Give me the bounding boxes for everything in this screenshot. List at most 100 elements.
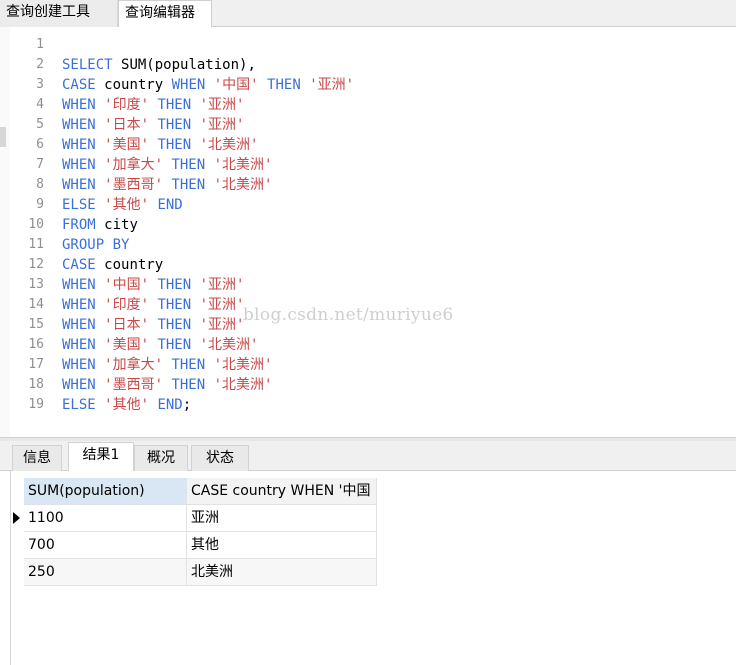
sql-keyword: THEN — [171, 377, 214, 393]
sql-keyword: THEN — [157, 97, 200, 113]
tab-overview[interactable]: 概况 — [134, 445, 188, 471]
sql-identifier: country — [104, 257, 164, 273]
table-cell[interactable]: 亚洲 — [187, 505, 377, 532]
code-line: WHEN '加拿大' THEN '北美洲' — [62, 155, 354, 175]
sql-keyword: WHEN — [62, 97, 105, 113]
sql-string: '加拿大' — [104, 157, 172, 173]
sql-string: '亚洲' — [309, 77, 355, 93]
table-row[interactable]: 1100 亚洲 — [24, 505, 377, 532]
line-number: 19 — [28, 397, 44, 412]
tab-status[interactable]: 状态 — [191, 445, 249, 471]
table-cell[interactable]: 250 — [24, 559, 187, 586]
sql-string: '印度' — [104, 297, 158, 313]
editor-marker — [0, 127, 6, 147]
sql-keyword: ELSE — [62, 197, 105, 213]
tab-result1[interactable]: 结果1 — [68, 442, 134, 472]
sql-identifier: ; — [182, 397, 192, 413]
sql-keyword: WHEN — [62, 377, 105, 393]
sql-keyword: WHEN — [62, 157, 105, 173]
line-number: 2 — [36, 57, 44, 72]
grid-left-border — [10, 471, 11, 665]
sql-string: '美国' — [104, 337, 158, 353]
line-number: 4 — [36, 97, 44, 112]
watermark: blog.csdn.net/muriyue6 — [243, 305, 454, 325]
sql-keyword: THEN — [157, 297, 200, 313]
tab-query-editor[interactable]: 查询编辑器 — [118, 0, 212, 28]
line-number: 15 — [28, 317, 44, 332]
sql-keyword: WHEN — [62, 277, 105, 293]
sql-string: '亚洲' — [199, 297, 245, 313]
line-number: 8 — [36, 177, 44, 192]
sql-string: '日本' — [104, 117, 158, 133]
table-cell[interactable]: 北美洲 — [187, 559, 377, 586]
sql-string: '北美洲' — [199, 337, 259, 353]
code-line: FROM city — [62, 215, 354, 235]
sql-string: '美国' — [104, 137, 158, 153]
code-line: WHEN '加拿大' THEN '北美洲' — [62, 355, 354, 375]
line-number: 3 — [36, 77, 44, 92]
line-number: 17 — [28, 357, 44, 372]
sql-keyword: FROM — [62, 217, 105, 233]
sql-identifier: city — [104, 217, 138, 233]
sql-keyword: THEN — [171, 357, 214, 373]
sql-string: '其他' — [104, 197, 158, 213]
sql-keyword: WHEN — [62, 337, 105, 353]
sql-string: '亚洲' — [199, 117, 245, 133]
sql-keyword: THEN — [157, 137, 200, 153]
sql-keyword: WHEN — [62, 297, 105, 313]
tab-info[interactable]: 信息 — [12, 445, 62, 471]
line-number-gutter: 1 2 3 4 5 6 7 8 9 10 11 12 13 14 15 16 17 18 19 — [10, 35, 44, 415]
code-area[interactable]: SELECT SUM(population), CASE country WHEN… — [62, 35, 354, 415]
line-number: 1 — [36, 37, 44, 52]
line-number: 13 — [28, 277, 44, 292]
column-header[interactable]: SUM(population) — [24, 478, 187, 505]
line-number: 18 — [28, 377, 44, 392]
sql-keyword: THEN — [157, 277, 200, 293]
sql-string: '加拿大' — [104, 357, 172, 373]
sql-string: '亚洲' — [199, 277, 245, 293]
table-cell[interactable]: 1100 — [24, 505, 187, 532]
sql-string: '北美洲' — [213, 157, 273, 173]
code-line: WHEN '印度' THEN '亚洲' — [62, 95, 354, 115]
sql-keyword: WHEN — [62, 317, 105, 333]
sql-keyword: ELSE — [62, 397, 105, 413]
code-line: CASE country WHEN '中国' THEN '亚洲' — [62, 75, 354, 95]
line-number: 14 — [28, 297, 44, 312]
query-tab-bar: 查询创建工具 查询编辑器 — [0, 0, 736, 28]
sql-editor[interactable]: 1 2 3 4 5 6 7 8 9 10 11 12 13 14 15 16 17 18 19 SELECT SUM… — [10, 27, 736, 437]
sql-keyword: WHEN — [62, 177, 105, 193]
table-row[interactable]: 250 北美洲 — [24, 559, 377, 586]
code-line: WHEN '美国' THEN '北美洲' — [62, 135, 354, 155]
line-number: 12 — [28, 257, 44, 272]
editor-left-margin — [0, 27, 10, 437]
sql-keyword: WHEN — [62, 117, 105, 133]
line-number: 16 — [28, 337, 44, 352]
sql-keyword: WHEN — [62, 357, 105, 373]
tab-query-builder[interactable]: 查询创建工具 — [0, 0, 118, 27]
sql-keyword: CASE — [62, 257, 105, 273]
table-row[interactable]: 700 其他 — [24, 532, 377, 559]
current-row-indicator — [13, 512, 20, 524]
table-cell[interactable]: 其他 — [187, 532, 377, 559]
sql-string: '墨西哥' — [104, 377, 172, 393]
sql-string: '日本' — [104, 317, 158, 333]
sql-keyword: THEN — [157, 337, 200, 353]
sql-string: '北美洲' — [213, 177, 273, 193]
line-number: 6 — [36, 137, 44, 152]
sql-keyword: CASE — [62, 77, 105, 93]
table-cell[interactable]: 700 — [24, 532, 187, 559]
sql-identifier: SUM(population), — [121, 57, 256, 73]
sql-string: '亚洲' — [199, 317, 245, 333]
sql-string: '北美洲' — [213, 357, 273, 373]
sql-keyword: THEN — [171, 157, 214, 173]
line-number: 11 — [28, 237, 44, 252]
sql-identifier: country — [104, 77, 172, 93]
column-header[interactable]: CASE country WHEN '中国 — [187, 478, 377, 505]
sql-keyword: SELECT — [62, 57, 122, 73]
sql-string: '北美洲' — [199, 137, 259, 153]
code-line: CASE country — [62, 255, 354, 275]
code-line: SELECT SUM(population), — [62, 55, 354, 75]
sql-keyword: THEN — [267, 77, 310, 93]
line-number: 5 — [36, 117, 44, 132]
